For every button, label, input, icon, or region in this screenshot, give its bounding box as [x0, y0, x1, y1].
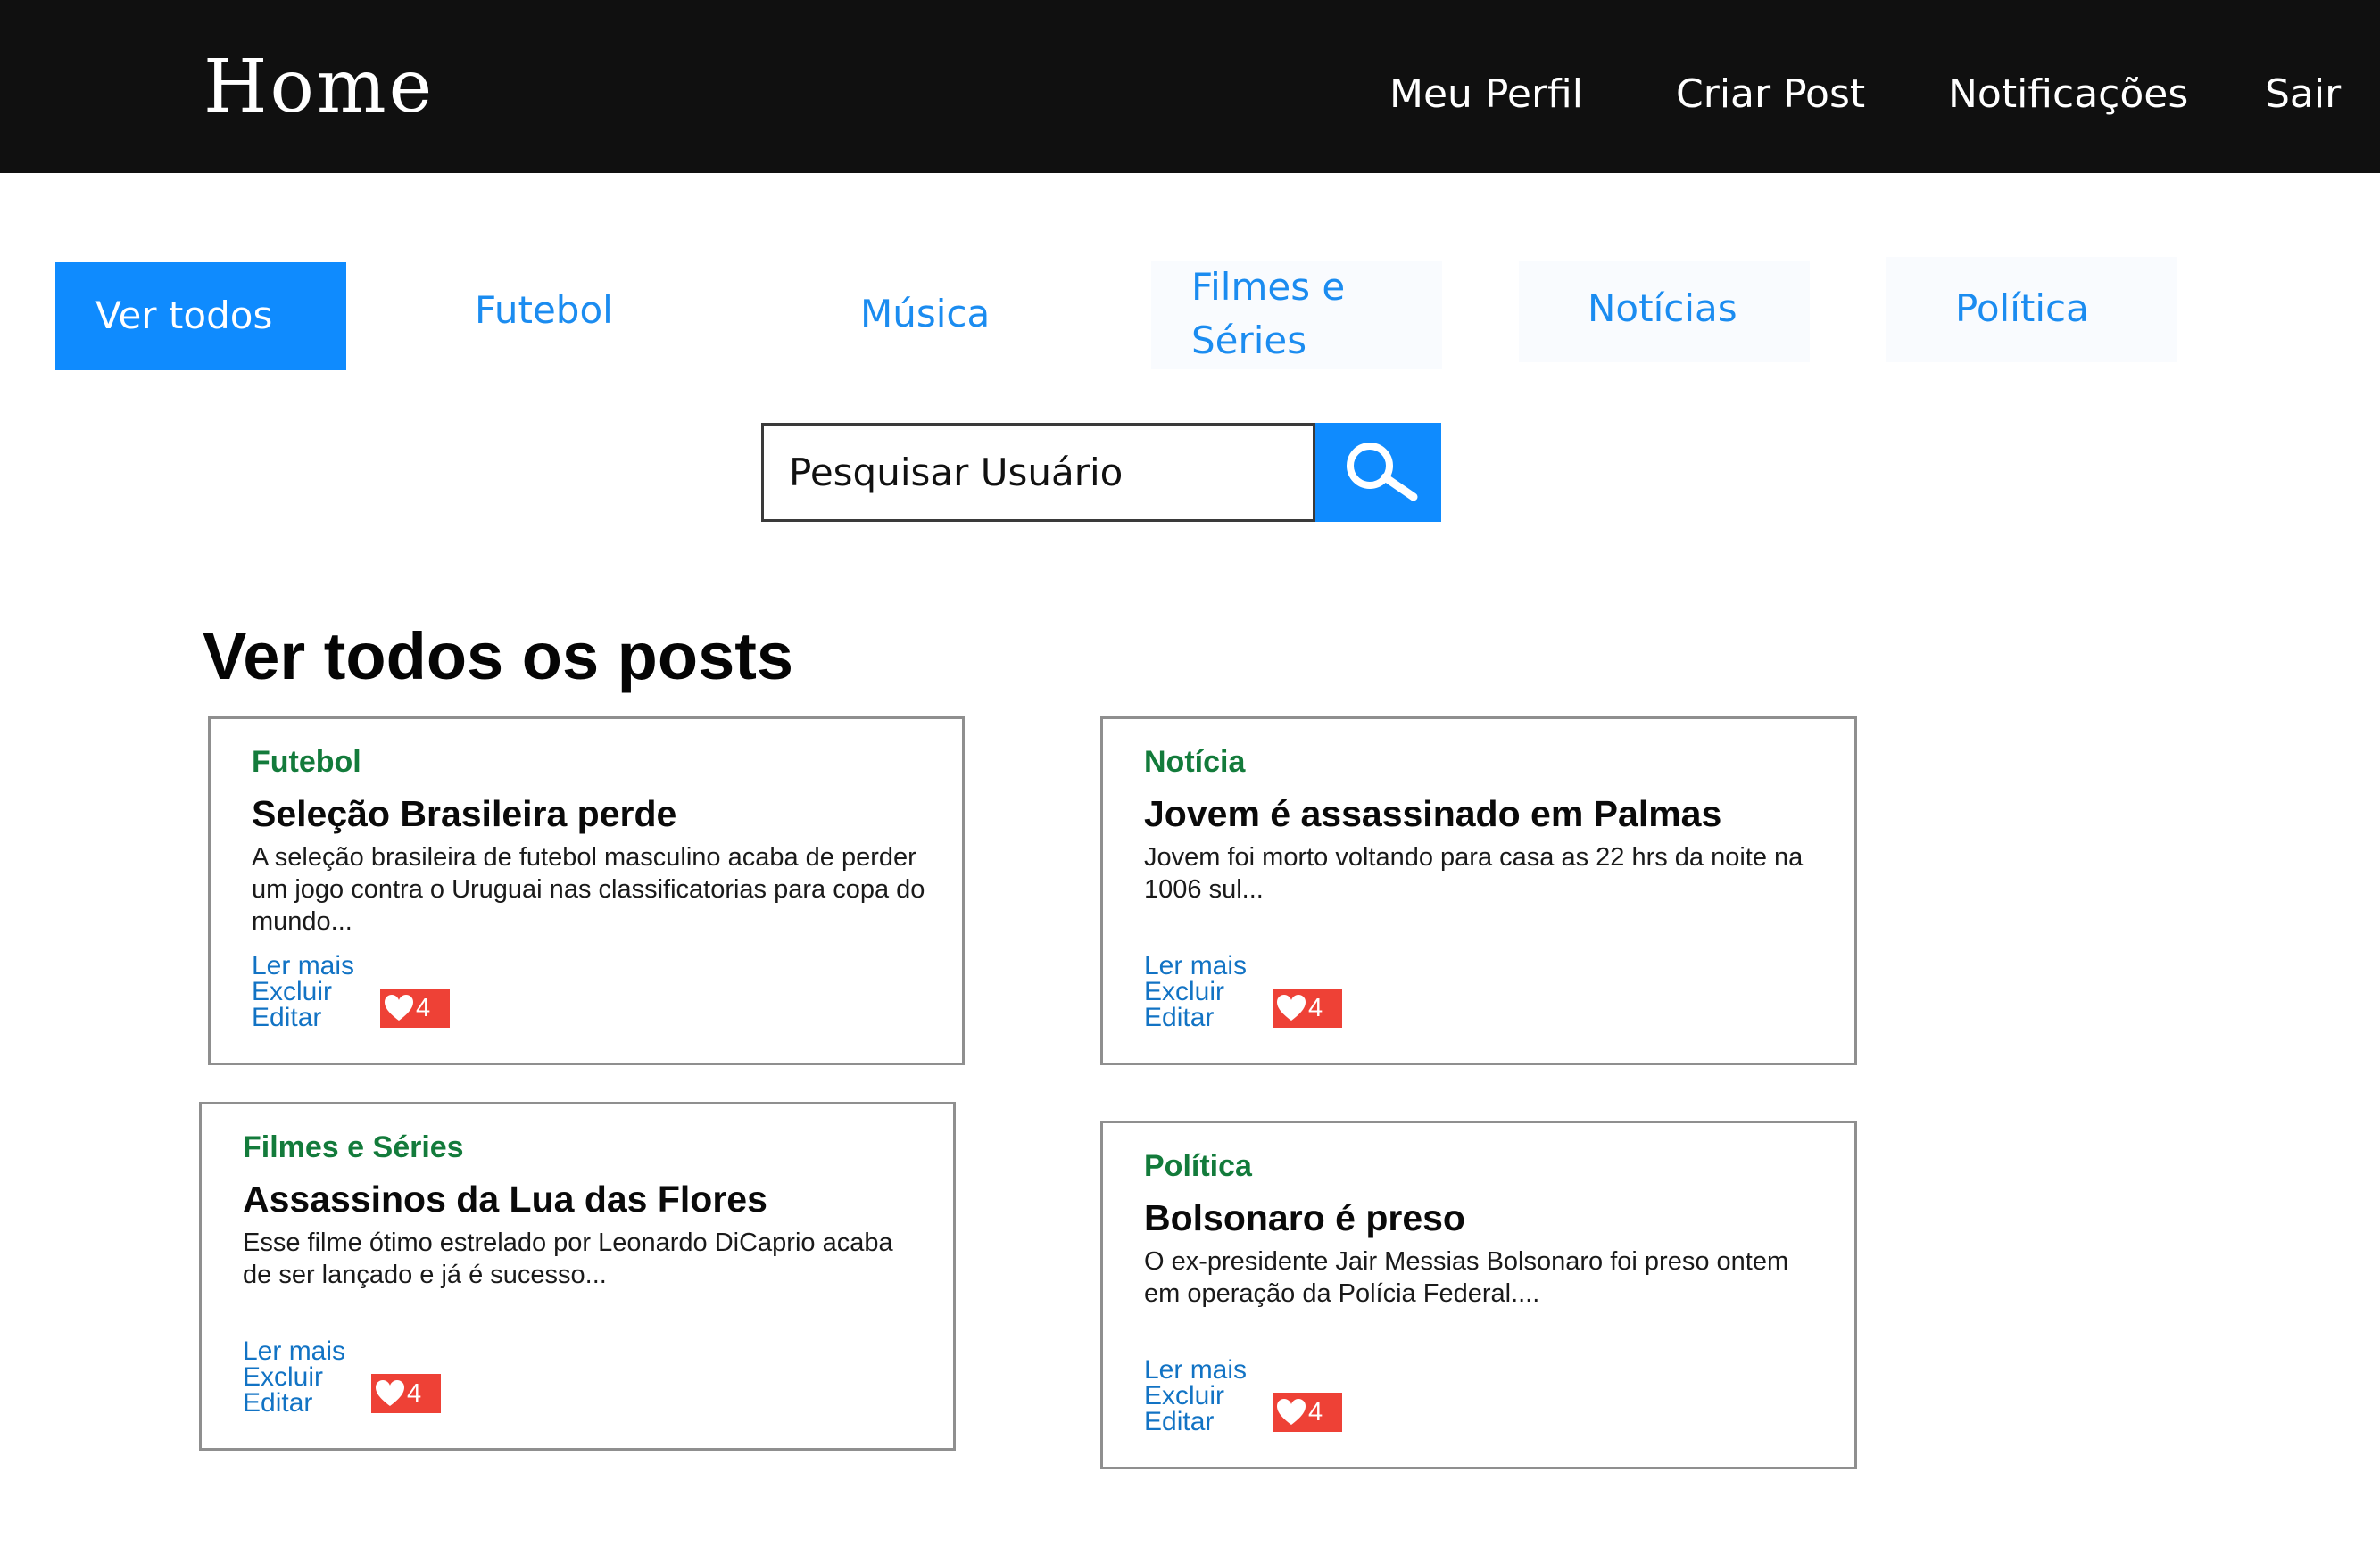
like-button[interactable]: 4: [1273, 1393, 1342, 1432]
post-excerpt: Jovem foi morto voltando para casa as 22…: [1144, 843, 1804, 904]
post-card: Futebol Seleção Brasileira perde A seleç…: [208, 716, 965, 1065]
heart-icon: [1277, 995, 1306, 1021]
post-actions: Ler mais Excluir Editar: [243, 1338, 345, 1417]
tab-musica[interactable]: Música: [771, 261, 1092, 369]
nav-link-notificacoes[interactable]: Notificações: [1948, 68, 2188, 121]
like-count: 4: [1308, 1398, 1323, 1427]
edit-link[interactable]: Editar: [1144, 1005, 1247, 1031]
read-more-link[interactable]: Ler mais: [252, 953, 354, 980]
post-title: Seleção Brasileira perde: [252, 793, 677, 834]
nav-link-meu-perfil[interactable]: Meu Perfil: [1389, 68, 1583, 121]
post-title: Bolsonaro é preso: [1144, 1197, 1465, 1238]
tab-label: Música: [860, 292, 991, 335]
delete-link[interactable]: Excluir: [252, 979, 354, 1005]
tab-ver-todos[interactable]: Ver todos: [55, 262, 346, 370]
top-navbar: Home Meu Perfil Criar Post Notificações …: [0, 0, 2380, 173]
tab-futebol[interactable]: Futebol: [384, 257, 705, 366]
search-button[interactable]: [1315, 423, 1441, 522]
tab-politica[interactable]: Política: [1886, 257, 2177, 362]
post-actions: Ler mais Excluir Editar: [1144, 953, 1247, 1031]
post-excerpt: O ex-presidente Jair Messias Bolsonaro f…: [1144, 1247, 1789, 1308]
read-more-link[interactable]: Ler mais: [1144, 953, 1247, 980]
edit-link[interactable]: Editar: [252, 1005, 354, 1031]
nav-link-criar-post[interactable]: Criar Post: [1676, 68, 1865, 121]
search-icon: [1347, 443, 1418, 501]
like-count: 4: [416, 994, 431, 1022]
delete-link[interactable]: Excluir: [243, 1364, 345, 1391]
search-user-input[interactable]: [761, 423, 1315, 522]
heart-icon: [376, 1380, 404, 1406]
post-card: Notícia Jovem é assassinado em Palmas Jo…: [1100, 716, 1857, 1065]
post-card: Filmes e Séries Assassinos da Lua das Fl…: [199, 1102, 956, 1451]
post-excerpt: A seleção brasileira de futebol masculin…: [252, 843, 925, 936]
post-category: Política: [1144, 1149, 1252, 1183]
like-button[interactable]: 4: [371, 1374, 441, 1413]
like-button[interactable]: 4: [1273, 989, 1342, 1028]
post-category: Futebol: [252, 745, 361, 779]
heart-icon: [385, 995, 413, 1021]
like-count: 4: [1308, 994, 1323, 1022]
post-title: Jovem é assassinado em Palmas: [1144, 793, 1722, 834]
edit-link[interactable]: Editar: [1144, 1409, 1247, 1435]
post-category: Filmes e Séries: [243, 1130, 464, 1164]
post-actions: Ler mais Excluir Editar: [1144, 1357, 1247, 1435]
read-more-link[interactable]: Ler mais: [243, 1338, 345, 1365]
tab-noticias[interactable]: Notícias: [1519, 261, 1810, 362]
heart-icon: [1277, 1399, 1306, 1425]
tab-filmes-e-series[interactable]: Filmes e Séries: [1151, 261, 1442, 369]
section-title: Ver todos os posts: [203, 619, 794, 693]
post-card: Política Bolsonaro é preso O ex-presiden…: [1100, 1121, 1857, 1469]
delete-link[interactable]: Excluir: [1144, 979, 1247, 1005]
like-button[interactable]: 4: [380, 989, 450, 1028]
tab-label: Futebol: [475, 288, 613, 332]
tab-label: Ver todos: [95, 294, 273, 337]
post-excerpt: Esse filme ótimo estrelado por Leonardo …: [243, 1228, 893, 1289]
post-title: Assassinos da Lua das Flores: [243, 1179, 767, 1220]
tab-label: Notícias: [1588, 286, 1737, 330]
post-actions: Ler mais Excluir Editar: [252, 953, 354, 1031]
post-category: Notícia: [1144, 745, 1246, 779]
like-count: 4: [407, 1379, 422, 1408]
edit-link[interactable]: Editar: [243, 1390, 345, 1417]
nav-link-sair[interactable]: Sair: [2265, 68, 2341, 121]
tab-label: Política: [1955, 286, 2089, 330]
delete-link[interactable]: Excluir: [1144, 1383, 1247, 1410]
tab-label: Filmes e Séries: [1191, 265, 1346, 362]
read-more-link[interactable]: Ler mais: [1144, 1357, 1247, 1384]
page-title[interactable]: Home: [203, 43, 435, 132]
